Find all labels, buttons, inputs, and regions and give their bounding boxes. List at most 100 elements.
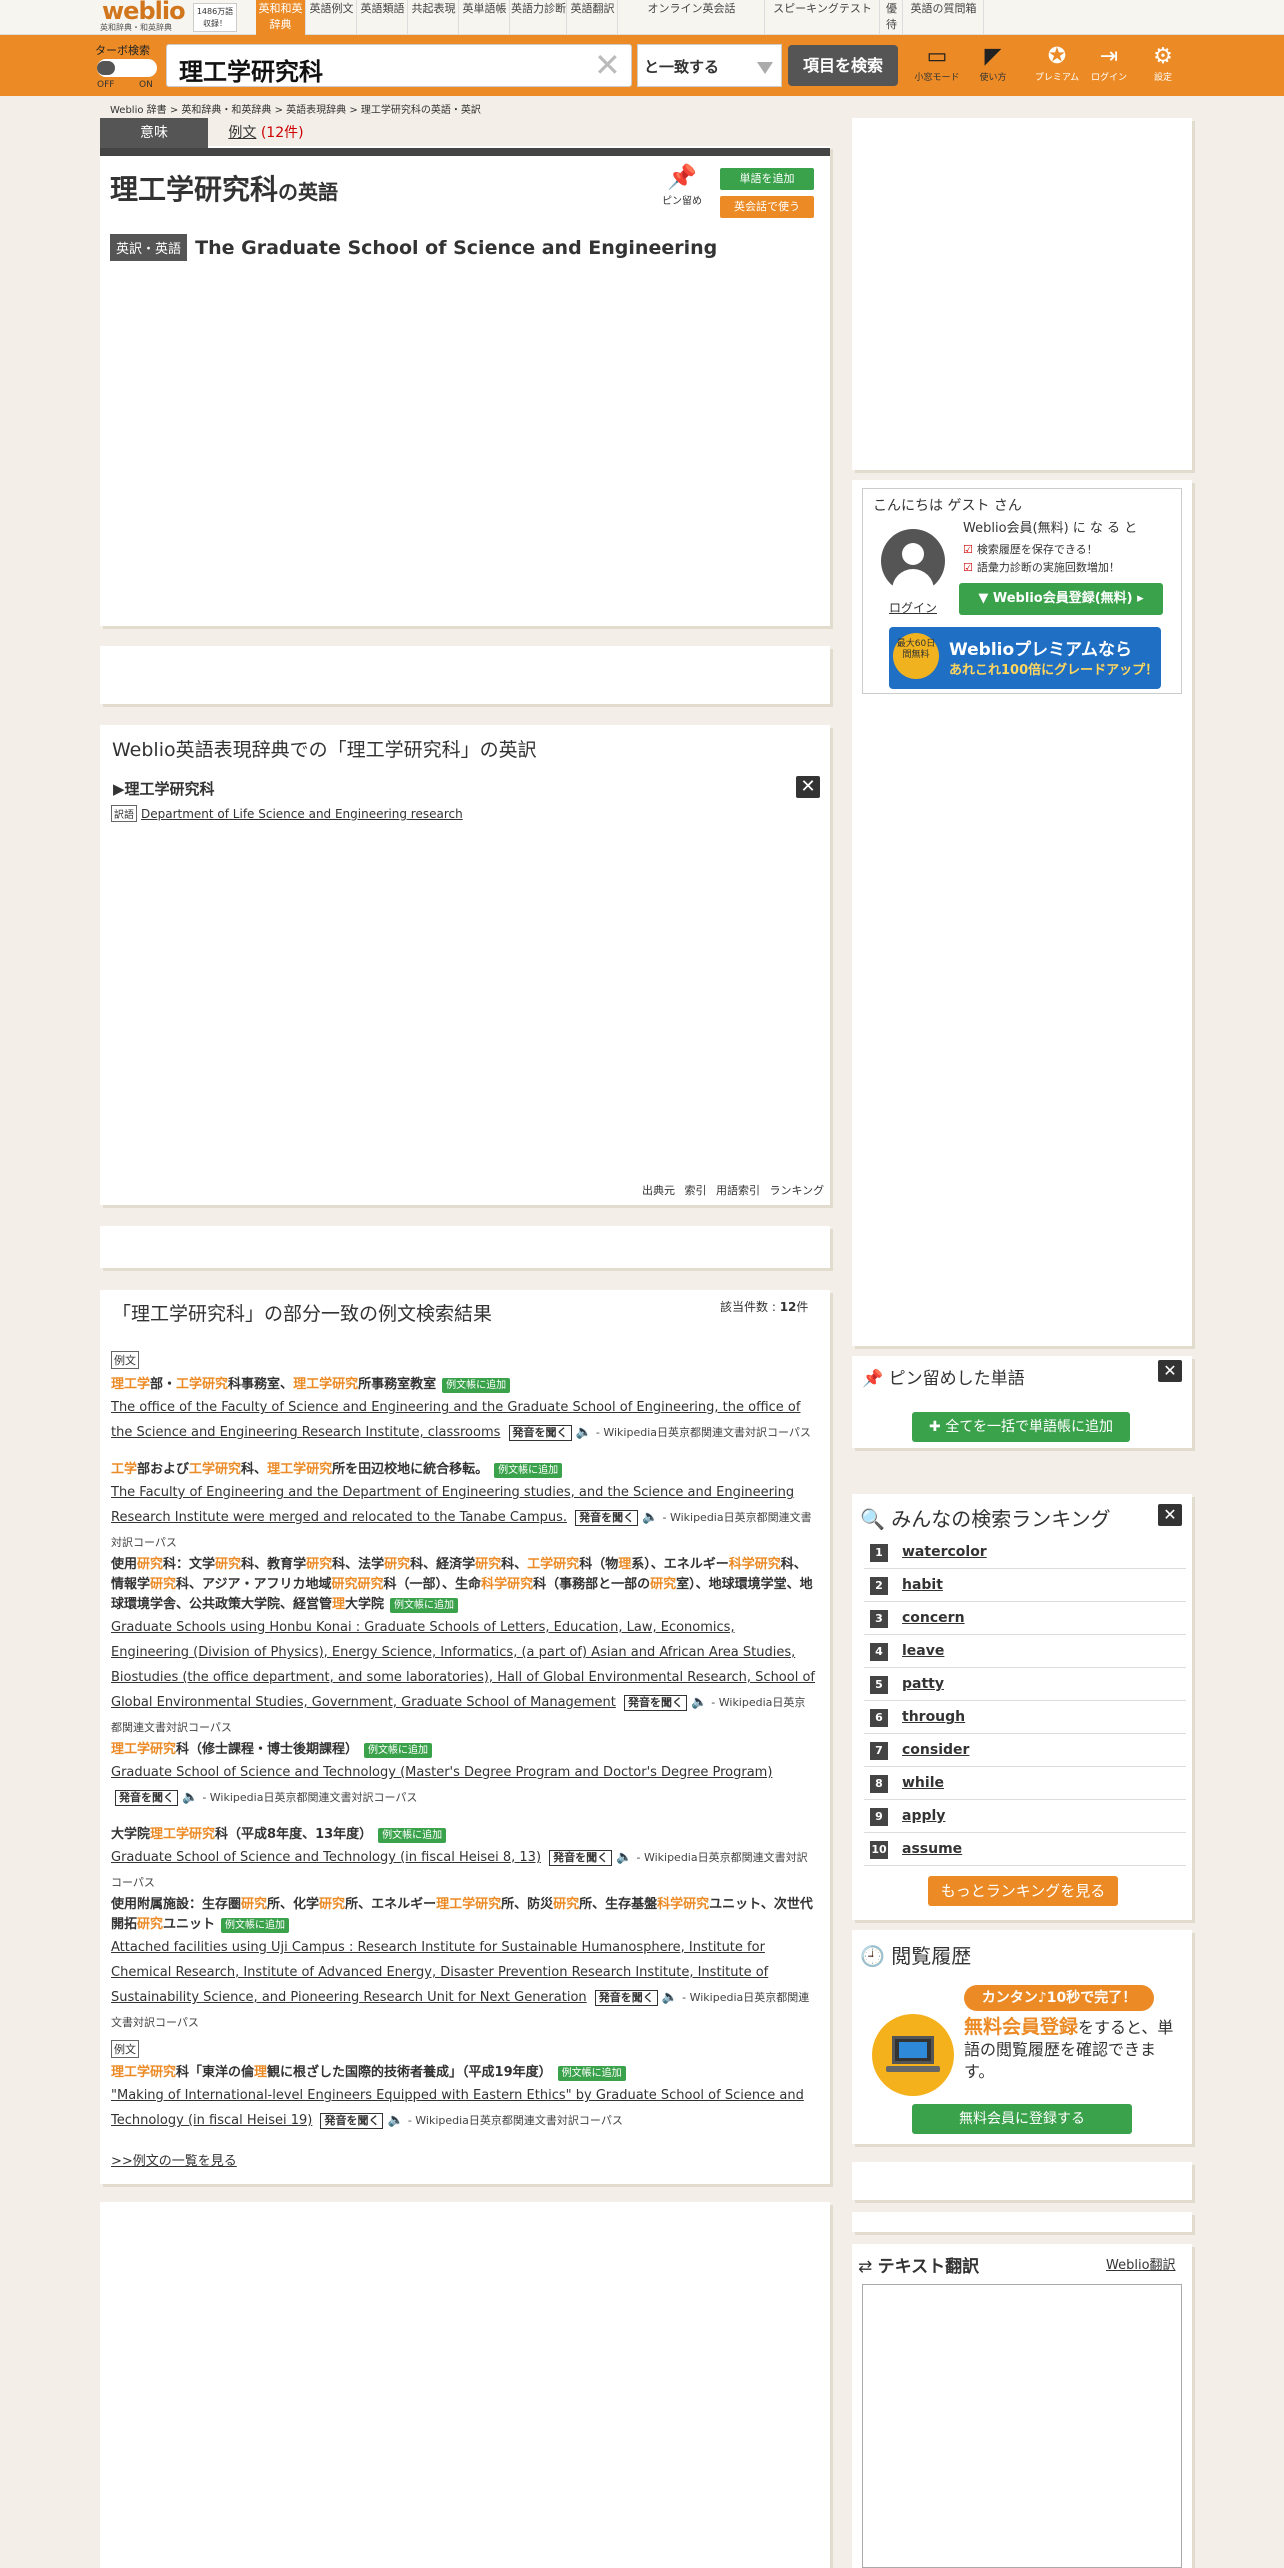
audio-button[interactable]: 発音を聞く [623, 1695, 687, 1711]
turbo-search-toggle[interactable]: ターボ検索 OFF ON [95, 42, 161, 94]
search-input[interactable]: 理工学研究科 [166, 44, 632, 87]
nav-tab-collocation[interactable]: 共起表現 [409, 0, 459, 35]
audio-button[interactable]: 発音を聞く [115, 1790, 178, 1806]
more-ranking-button[interactable]: もっとランキングを見る [928, 1876, 1118, 1906]
nav-tab-wordbook[interactable]: 英単語帳 [460, 0, 510, 35]
sidebar-ad [852, 2162, 1192, 2200]
expression-translation-link[interactable]: Department of Life Science and Engineeri… [141, 807, 463, 821]
ad-banner [100, 2202, 830, 2568]
breadcrumb-link[interactable]: 英和辞典・和英辞典 [181, 105, 271, 116]
nav-tab-diagnosis[interactable]: 英語力診断 [511, 0, 567, 35]
free-register-button[interactable]: 無料会員に登録する [912, 2104, 1132, 2134]
weblio-translate-link[interactable]: Weblio翻訳 [1106, 2254, 1176, 2273]
breadcrumb-link[interactable]: 英語表現辞典 [286, 105, 346, 116]
audio-button[interactable]: 発音を聞く [594, 1990, 658, 2006]
login-link[interactable]: ログイン [889, 599, 937, 616]
add-example-button[interactable]: 例文帳に追加 [378, 1828, 447, 1843]
nav-tab-qa[interactable]: 英語の質問箱 [904, 0, 984, 35]
toggle-knob[interactable] [97, 61, 115, 75]
expression-title: Weblio英語表現辞典での「理工学研究科」の英訳 [112, 739, 537, 761]
audio-button[interactable]: 発音を聞く [575, 1510, 639, 1526]
nav-tab-translation[interactable]: 英語翻訳 [568, 0, 618, 35]
pin-button[interactable]: 📌 ピン留め [660, 162, 704, 212]
settings-button[interactable]: ⚙ 設定 [1140, 44, 1186, 88]
nav-tab-online-conversation[interactable]: オンライン英会話 [619, 0, 765, 35]
audio-button[interactable]: 発音を聞く [549, 1850, 613, 1866]
add-example-button[interactable]: 例文帳に追加 [442, 1378, 511, 1393]
close-icon[interactable]: ✕ [1158, 1360, 1182, 1382]
login-button[interactable]: ⇥ ログイン [1086, 44, 1132, 88]
speaker-icon[interactable]: 🔈 [387, 2113, 403, 2128]
translate-title: ⇄ テキスト翻訳 [858, 2257, 980, 2277]
benefit-2: ☑ 語彙力診断の実施回数増加！ [963, 561, 1120, 574]
add-example-button[interactable]: 例文帳に追加 [221, 1918, 290, 1933]
weblio-logo[interactable]: weblio 英和辞典・和英辞典 [100, 0, 188, 35]
content-tabs: 意味 例文 (12件) [100, 118, 830, 156]
match-mode-select[interactable]: と一致する [637, 44, 782, 87]
ranking-item[interactable]: 9 apply [864, 1800, 1186, 1833]
index-link[interactable]: 索引 [685, 1184, 707, 1197]
pin-icon: 📌 [862, 1369, 889, 1389]
register-button[interactable]: ▼ Weblio会員登録(無料) ▸ [959, 583, 1163, 615]
history-title: 🕘 閲覧履歴 [860, 1944, 972, 1968]
nav-tab-examples[interactable]: 英語例文 [307, 0, 357, 35]
nav-tab-thesaurus[interactable]: 英語類語 [358, 0, 408, 35]
nav-tab-benefits[interactable]: 優待 [881, 0, 903, 35]
mini-window-button[interactable]: ▭ 小窓モード [914, 44, 960, 88]
add-all-pinned-button[interactable]: ✚ 全てを一括で単語帳に追加 [912, 1412, 1130, 1442]
guest-panel: こんにちは ゲスト さん ログイン Weblio会員(無料) に な る と ☑… [862, 488, 1182, 694]
add-word-button[interactable]: 単語を追加 [720, 168, 814, 190]
source-link[interactable]: 出典元 [642, 1184, 675, 1197]
translate-icon: ⇄ [858, 2257, 878, 2277]
audio-button[interactable]: 発音を聞く [320, 2113, 384, 2129]
ranking-item[interactable]: 6 through [864, 1701, 1186, 1734]
speaker-icon[interactable]: 🔈 [616, 1850, 632, 1865]
audio-button[interactable]: 発音を聞く [508, 1425, 572, 1441]
history-icon: 🕘 [860, 1944, 892, 1968]
help-button[interactable]: ◤ 使い方 [970, 44, 1016, 88]
more-examples-link[interactable]: >>例文の一覧を見る [111, 2150, 237, 2169]
speaker-icon[interactable]: 🔈 [576, 1425, 592, 1440]
speaker-icon[interactable]: 🔈 [182, 1790, 198, 1805]
ranking-link[interactable]: ランキング [770, 1184, 825, 1197]
premium-button[interactable]: ✪ プレミアム [1034, 44, 1080, 88]
add-example-button[interactable]: 例文帳に追加 [557, 2066, 626, 2081]
speaker-icon[interactable]: 🔈 [642, 1510, 658, 1525]
sidebar-ad [852, 2212, 1192, 2232]
ranking-item[interactable]: 3 concern [864, 1602, 1186, 1635]
speaker-icon[interactable]: 🔈 [662, 1990, 678, 2005]
ranking-item[interactable]: 8 while [864, 1767, 1186, 1800]
term-index-link[interactable]: 用語索引 [716, 1184, 760, 1197]
speaker-icon[interactable]: 🔈 [691, 1695, 707, 1710]
ranking-item[interactable]: 5 patty [864, 1668, 1186, 1701]
pinned-title: 📌 ピン留めした単語 [862, 1369, 1025, 1389]
beginner-icon: ▼ [978, 591, 993, 606]
hit-count: 該当件数 : 12件 [720, 1300, 809, 1314]
example-item: 理工学研究科「東洋の倫理観に根ざした国際的技術者養成」（平成19年度） 例文帳に追… [111, 2065, 804, 2129]
tab-meaning[interactable]: 意味 [100, 118, 208, 148]
add-example-button[interactable]: 例文帳に追加 [390, 1598, 459, 1613]
premium-banner[interactable]: 最大60日間無料 Weblioプレミアムなら あれこれ100倍にグレードアップ！ [889, 627, 1161, 689]
clear-icon[interactable]: ✕ [594, 48, 621, 82]
tab-underline [100, 148, 830, 156]
conversation-button[interactable]: 英会話で使う [720, 196, 814, 218]
nav-tab-dictionary[interactable]: 英和和英辞典 [256, 0, 306, 35]
translate-textarea[interactable] [862, 2284, 1182, 2568]
example-item: 工学部および工学研究科、理工学研究所を田辺校地に統合移転。 例文帳に追加 The … [111, 1462, 812, 1549]
add-example-button[interactable]: 例文帳に追加 [364, 1743, 433, 1758]
ranking-item[interactable]: 2 habit [864, 1569, 1186, 1602]
top-nav: weblio 英和辞典・和英辞典 1486万語 収録！ 英和和英辞典 英語例文 英… [0, 0, 1284, 35]
close-icon[interactable]: ✕ [1158, 1504, 1182, 1526]
example-label: 例文 [111, 1351, 139, 1369]
close-icon[interactable]: ✕ [796, 776, 820, 798]
search-button[interactable]: 項目を検索 [788, 45, 898, 86]
breadcrumb-link[interactable]: Weblio 辞書 [110, 105, 167, 116]
ranking-item[interactable]: 4 leave [864, 1635, 1186, 1668]
ranking-item[interactable]: 10 assume [864, 1833, 1186, 1866]
example-item: 理工学部・工学研究科事務室、理工学研究所事務室教室 例文帳に追加 The offi… [111, 1377, 811, 1441]
ranking-item[interactable]: 7 consider [864, 1734, 1186, 1767]
ranking-item[interactable]: 1 watercolor [864, 1536, 1186, 1569]
tab-examples[interactable]: 例文 (12件) [212, 118, 320, 148]
nav-tab-speaking-test[interactable]: スピーキングテスト [766, 0, 880, 35]
add-example-button[interactable]: 例文帳に追加 [494, 1463, 563, 1478]
